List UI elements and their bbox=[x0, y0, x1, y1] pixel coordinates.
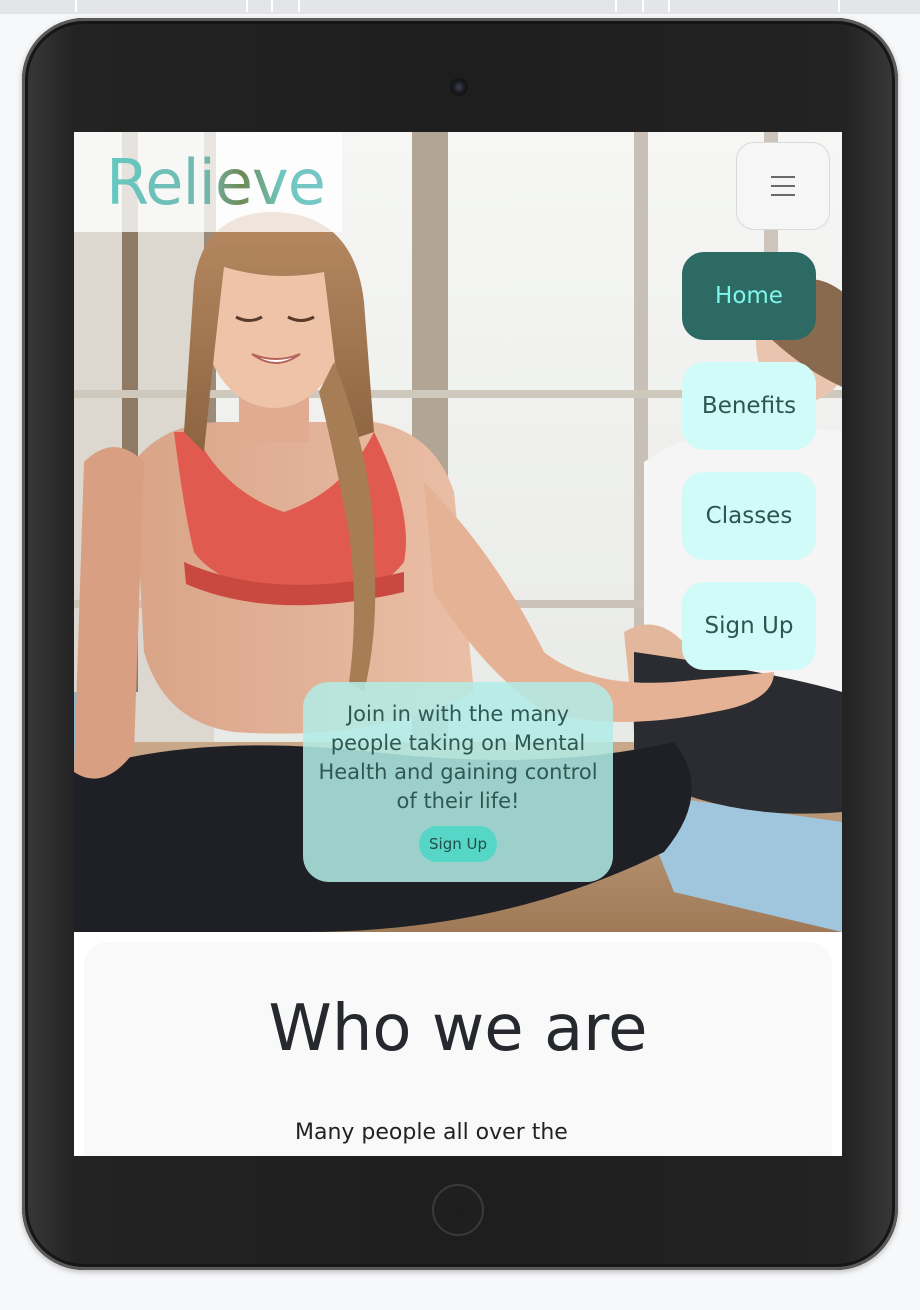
strip-divider bbox=[615, 0, 617, 12]
section-body-text: Many people all over the bbox=[295, 1120, 568, 1145]
strip-divider bbox=[246, 0, 248, 12]
hero-cta-text: Join in with the many people taking on M… bbox=[318, 702, 598, 813]
tablet-home-button[interactable] bbox=[432, 1184, 484, 1236]
menu-toggle-button[interactable] bbox=[736, 142, 830, 230]
nav-home[interactable]: Home bbox=[682, 252, 816, 340]
strip-divider bbox=[838, 0, 840, 12]
nav-sign-up[interactable]: Sign Up bbox=[682, 582, 816, 670]
nav-classes[interactable]: Classes bbox=[682, 472, 816, 560]
tablet-screen: Relieve Home Benefits Classes Sign Up Jo… bbox=[74, 132, 842, 1156]
site-logo[interactable]: Relieve bbox=[106, 146, 326, 219]
who-we-are-section: Who we are Many people all over the bbox=[84, 942, 832, 1156]
strip-divider bbox=[75, 0, 77, 12]
browser-top-strip bbox=[0, 0, 920, 14]
hero-cta-card: Join in with the many people taking on M… bbox=[303, 682, 613, 882]
strip-divider bbox=[271, 0, 273, 12]
nav-benefits[interactable]: Benefits bbox=[682, 362, 816, 450]
section-title: Who we are bbox=[268, 992, 648, 1066]
hamburger-icon-line bbox=[771, 176, 795, 178]
strip-divider bbox=[298, 0, 300, 12]
strip-divider bbox=[642, 0, 644, 12]
hamburger-icon-line bbox=[771, 185, 795, 187]
hero-sign-up-button[interactable]: Sign Up bbox=[419, 826, 497, 862]
hero-section: Relieve Home Benefits Classes Sign Up Jo… bbox=[74, 132, 842, 932]
camera-icon bbox=[452, 80, 466, 94]
logo-container: Relieve bbox=[74, 132, 342, 232]
hamburger-icon-line bbox=[771, 194, 795, 196]
strip-divider bbox=[668, 0, 670, 12]
